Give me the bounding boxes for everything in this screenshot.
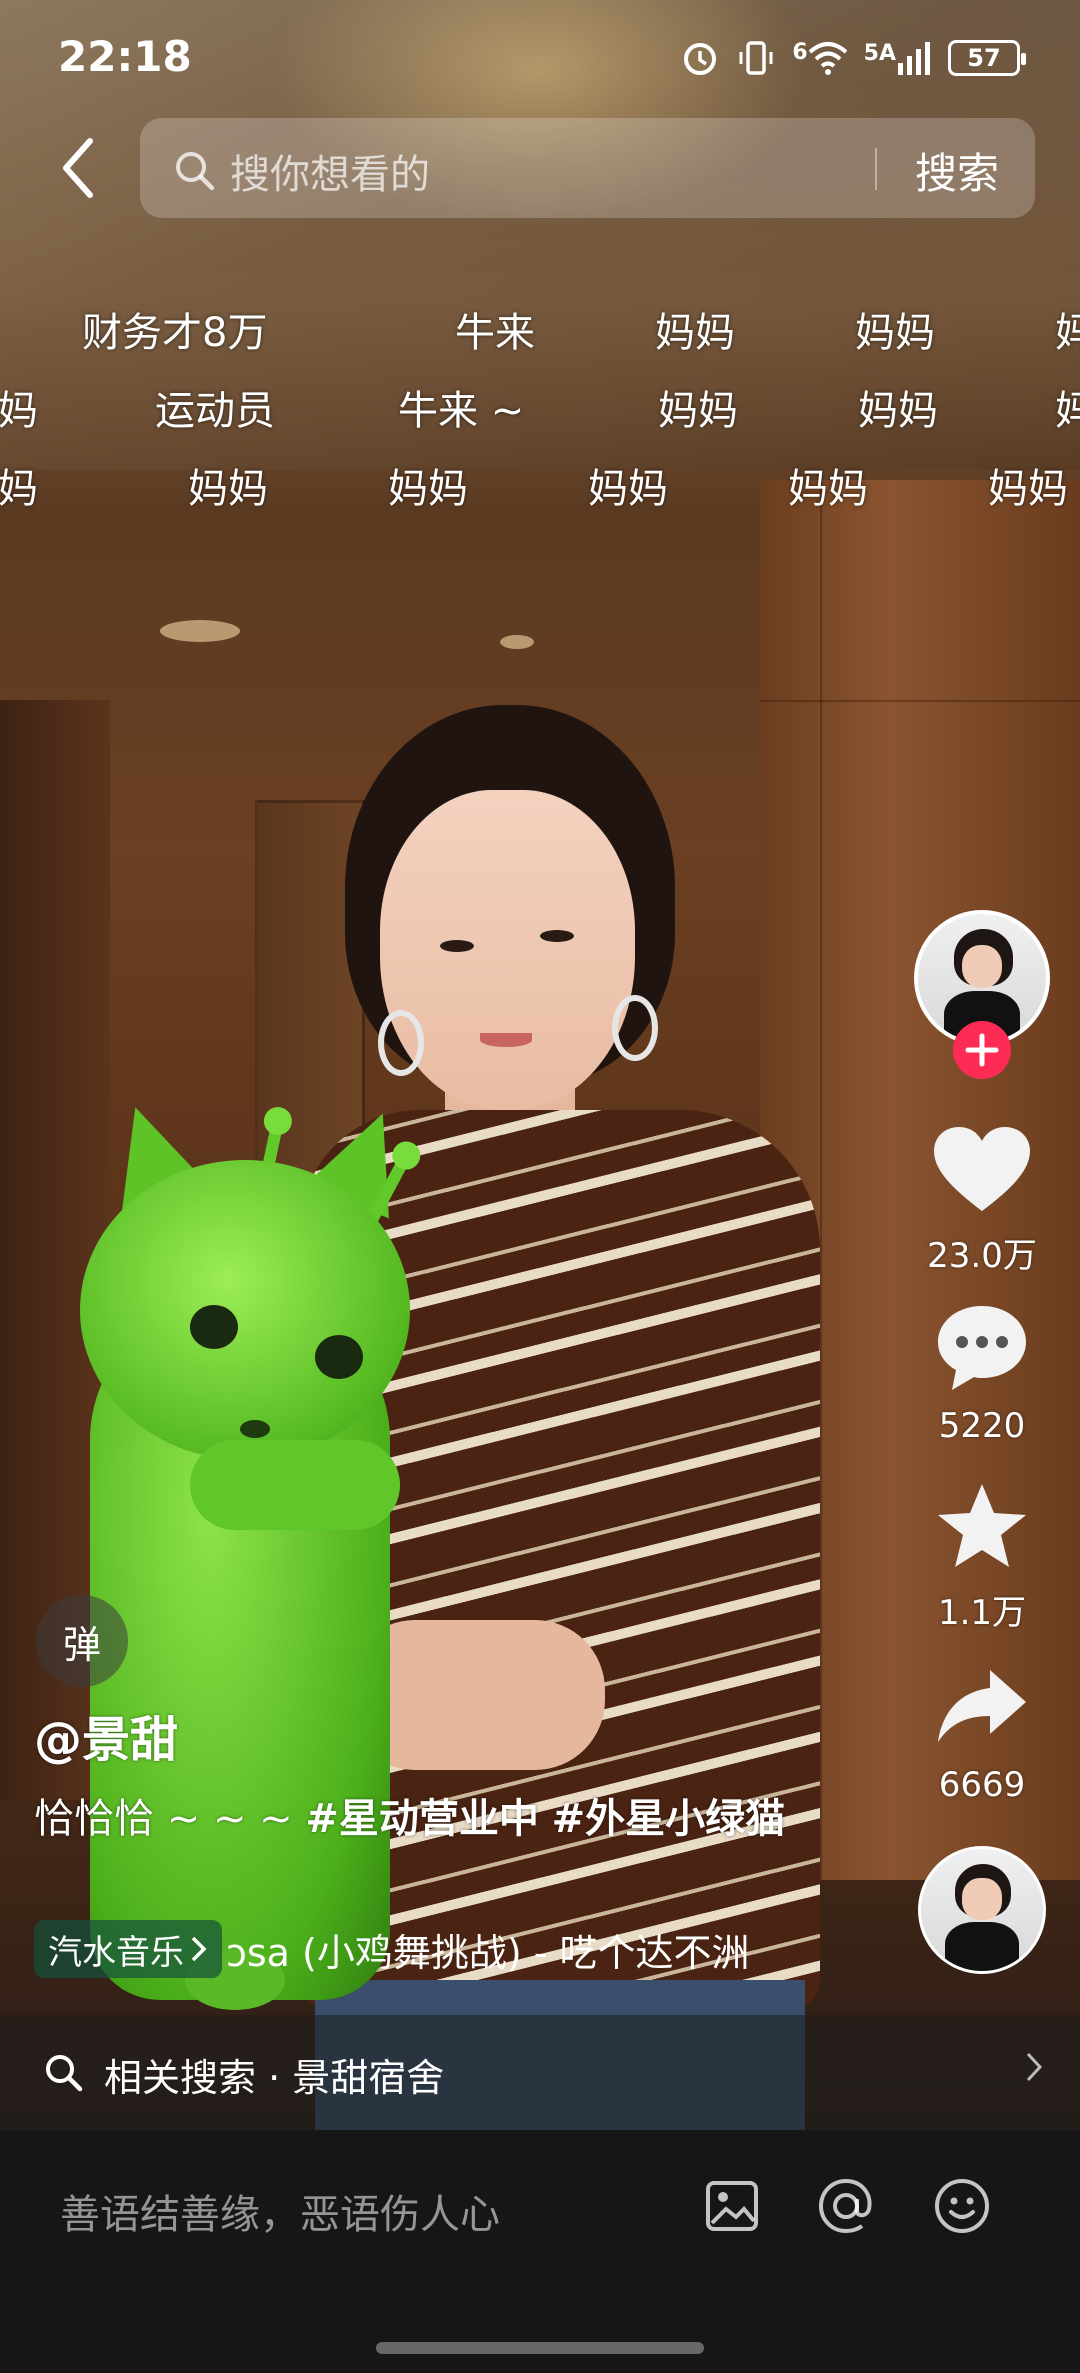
image-icon[interactable]: [700, 2174, 764, 2238]
comment-count: 5220: [938, 1406, 1026, 1446]
music-disc[interactable]: [918, 1846, 1046, 1974]
favorite-button[interactable]: [936, 1482, 1028, 1570]
alarm-icon: [684, 43, 717, 75]
wifi-icon: [808, 42, 847, 75]
danmaku-comment[interactable]: 妈妈: [658, 378, 738, 436]
danmaku-comment[interactable]: 妈妈: [788, 456, 868, 514]
danmaku-comment[interactable]: 妈妈: [988, 456, 1068, 514]
danmaku-comment[interactable]: 妈妈: [858, 378, 938, 436]
status-icons: 6 5A 57: [680, 38, 1026, 78]
caption-text: 恰恰恰 ~ ~ ~: [34, 1796, 306, 1842]
ceiling-light: [160, 620, 240, 642]
heart-icon: [934, 1127, 1030, 1211]
danmaku-comment[interactable]: 妈: [1055, 300, 1080, 358]
comment-button[interactable]: [934, 1302, 1030, 1394]
earring: [378, 1010, 424, 1076]
mention-icon[interactable]: [814, 2174, 878, 2238]
comment-bar: 善语结善缘，恶语伤人心: [0, 2130, 1080, 2373]
follow-plus-icon[interactable]: [952, 1020, 1012, 1080]
comment-icon: [938, 1306, 1026, 1390]
search-divider: [875, 148, 877, 190]
danmaku-comment[interactable]: 牛来 ~: [398, 378, 524, 436]
disc-body: [945, 1922, 1019, 1971]
green-cat-mouth: [240, 1420, 270, 1438]
battery-icon: 57: [948, 40, 1026, 76]
status-bar: 22:18 6 5A 57: [0, 0, 1080, 120]
vibrate-icon: [739, 41, 773, 75]
danmaku-comment[interactable]: 牛来: [455, 300, 535, 358]
back-button[interactable]: [48, 132, 108, 204]
person-mouth: [480, 1033, 532, 1047]
ceiling-light: [500, 635, 534, 649]
music-source-label: 汽水音乐: [48, 1932, 184, 1973]
avatar-face: [961, 944, 1003, 989]
danmaku-comment[interactable]: 财务才8万: [82, 300, 267, 358]
search-icon: [172, 148, 216, 196]
green-cat-eye: [315, 1335, 363, 1379]
danmaku-comment[interactable]: 妈妈: [655, 300, 735, 358]
signal-icon: [898, 42, 930, 75]
danmaku-toggle-label: 弹: [62, 1622, 101, 1667]
hashtag[interactable]: #外星小绿猫: [552, 1796, 786, 1842]
share-count: 6669: [938, 1765, 1026, 1805]
green-cat-paw: [190, 1440, 400, 1530]
person-eye: [540, 930, 574, 942]
status-time: 22:18: [58, 32, 192, 81]
person-eye: [440, 940, 474, 952]
battery-level: 57: [967, 44, 1001, 72]
green-cat-head: [80, 1160, 410, 1460]
home-indicator[interactable]: [376, 2342, 704, 2354]
search-button[interactable]: 搜索: [915, 140, 999, 201]
wifi-status: 6: [792, 40, 847, 76]
danmaku-comment[interactable]: 妈: [1055, 378, 1080, 436]
earring: [612, 995, 658, 1061]
danmaku-comment[interactable]: 运动员: [155, 378, 275, 436]
wifi-gen-label: 6: [792, 40, 808, 65]
search-input[interactable]: 搜你想看的: [230, 142, 430, 200]
danmaku-comment[interactable]: 妈妈: [388, 456, 468, 514]
search-bar[interactable]: 搜你想看的 搜索: [140, 118, 1035, 218]
author-name[interactable]: @景甜: [34, 1700, 178, 1770]
danmaku-comment[interactable]: 妈妈: [188, 456, 268, 514]
star-icon: [938, 1484, 1026, 1567]
hashtag[interactable]: #星动营业中: [305, 1796, 539, 1842]
music-title: ɔsa (小鸡舞挑战) - 呓个达不洲: [226, 1930, 750, 1975]
video-caption[interactable]: 恰恰恰 ~ ~ ~ #星动营业中 #外星小绿猫: [34, 1788, 794, 1850]
music-row[interactable]: 汽水音乐 ɔsa (小鸡舞挑战) - 呓个达不洲: [34, 1918, 826, 1980]
share-button[interactable]: [936, 1668, 1028, 1744]
search-icon: [42, 2051, 84, 2097]
like-count: 23.0万: [927, 1236, 1037, 1276]
danmaku-toggle-button[interactable]: 弹: [36, 1595, 128, 1687]
like-button[interactable]: [932, 1125, 1032, 1215]
cell-status: 5A: [864, 41, 932, 75]
favorite-count: 1.1万: [937, 1593, 1027, 1633]
chevron-right-icon: [191, 1936, 207, 1962]
green-cat-eye: [190, 1305, 238, 1349]
danmaku-comment[interactable]: 妈妈: [855, 300, 935, 358]
share-arrow-icon: [938, 1670, 1026, 1742]
related-search-bar[interactable]: 相关搜索 · 景甜宿舍: [0, 2015, 1080, 2130]
chevron-right-icon: [1024, 2049, 1044, 2093]
emoji-icon[interactable]: [930, 2174, 994, 2238]
back-arrow-icon: [63, 138, 93, 198]
danmaku-comment[interactable]: 妈: [0, 456, 38, 514]
related-search-text: 相关搜索 · 景甜宿舍: [104, 2056, 445, 2100]
cell-gen-label: 5A: [863, 41, 896, 66]
disc-face: [962, 1878, 1002, 1920]
music-source-chip[interactable]: 汽水音乐: [34, 1920, 222, 1978]
danmaku-comment[interactable]: 妈: [0, 378, 38, 436]
danmaku-comment[interactable]: 妈妈: [588, 456, 668, 514]
comment-input[interactable]: 善语结善缘，恶语伤人心: [60, 2182, 500, 2240]
